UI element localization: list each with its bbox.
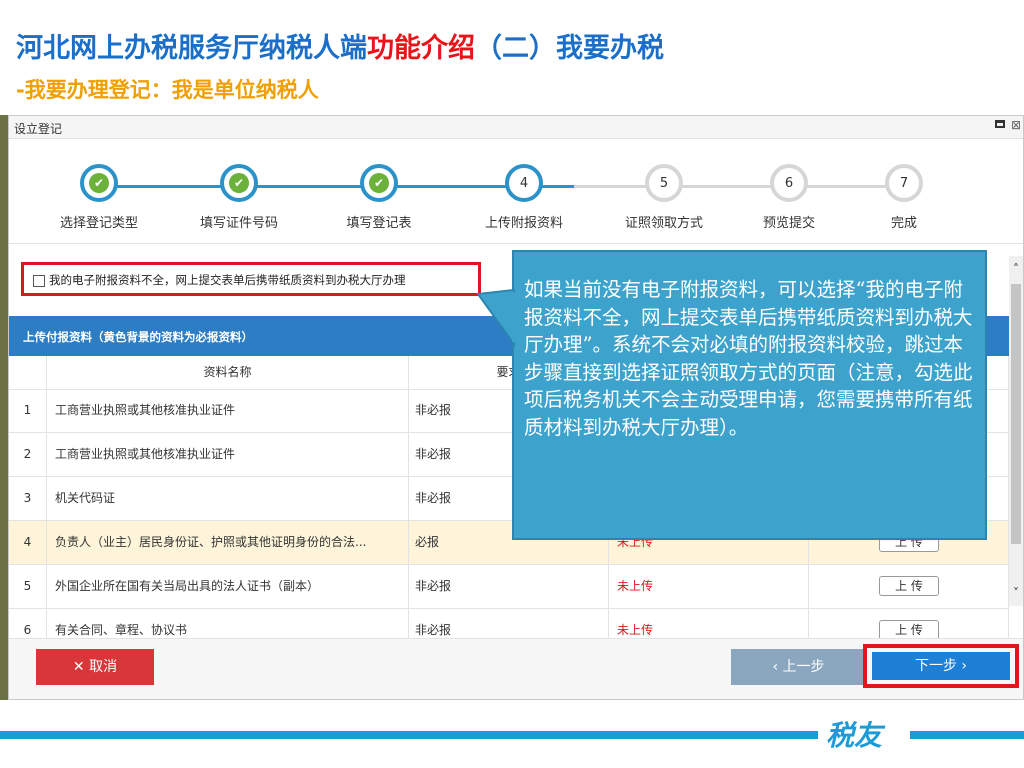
material-name: 外国企业所在国有关当局出具的法人证书（副本） — [47, 565, 409, 608]
step-label: 证照领取方式 — [624, 216, 703, 231]
slide-title-part2: 功能介绍 — [367, 33, 475, 64]
callout-pointer — [476, 288, 516, 348]
step-number-circle: 5 — [645, 164, 683, 202]
table-header-cell: 资料名称 — [47, 356, 409, 389]
row-number: 2 — [9, 433, 47, 476]
step-done-circle: ✔ — [80, 164, 118, 202]
footer-divider-right — [910, 731, 1024, 739]
step-label: 填写证件号码 — [199, 216, 278, 231]
step-4: 4 上传附报资料 — [454, 164, 594, 231]
materials-section-title: 上传付报资料（黄色背景的资料为必报资料） — [23, 330, 253, 344]
upload-status: 未上传 — [609, 565, 809, 608]
background-strip — [0, 115, 8, 700]
step-label: 完成 — [890, 216, 917, 231]
step-number-circle: 7 — [885, 164, 923, 202]
upload-action-cell: 上 传 — [809, 565, 1009, 608]
step-1: ✔ 选择登记类型 — [29, 164, 169, 231]
scroll-up-icon[interactable]: ˄ — [1009, 262, 1023, 276]
explanation-callout: 如果当前没有电子附报资料，可以选择“我的电子附报资料不全，网上提交表单后携带纸质… — [512, 250, 987, 540]
material-name: 机关代码证 — [47, 477, 409, 520]
step-2: ✔ 填写证件号码 — [169, 164, 309, 231]
material-requirement: 非必报 — [409, 565, 609, 608]
upload-button[interactable]: 上 传 — [879, 576, 939, 596]
step-7: 7 完成 — [834, 164, 974, 231]
window-titlebar: 设立登记 ⊠ — [9, 116, 1023, 139]
table-scrollbar[interactable]: ˄ ˅ — [1009, 256, 1023, 606]
incomplete-materials-highlight: 我的电子附报资料不全，网上提交表单后携带纸质资料到办税大厅办理 — [21, 262, 481, 296]
slide-title-part1: 河北网上办税服务厅纳税人端 — [16, 33, 367, 64]
footer-divider-left — [0, 731, 818, 739]
callout-text: 如果当前没有电子附报资料，可以选择“我的电子附报资料不全，网上提交表单后携带纸质… — [524, 278, 973, 439]
slide-subtitle: -我要办理登记：我是单位纳税人 — [16, 78, 319, 102]
incomplete-materials-checkbox[interactable] — [33, 275, 45, 287]
slide-title-part3: （二）我要办税 — [475, 33, 664, 64]
table-row: 5 外国企业所在国有关当局出具的法人证书（副本） 非必报 未上传 上 传 — [9, 565, 1009, 609]
row-number: 4 — [9, 521, 47, 564]
material-name: 工商营业执照或其他核准执业证件 — [47, 433, 409, 476]
row-number: 5 — [9, 565, 47, 608]
progress-steps: ✔ 选择登记类型 ✔ 填写证件号码 ✔ 填写登记表 4 上传附报资料 5 证照领… — [9, 138, 1023, 244]
checkmark-icon: ✔ — [369, 173, 389, 193]
incomplete-materials-label[interactable]: 我的电子附报资料不全，网上提交表单后携带纸质资料到办税大厅办理 — [49, 272, 406, 288]
next-step-highlight: 下一步 › — [863, 644, 1019, 688]
step-label: 上传附报资料 — [484, 216, 563, 231]
table-header-cell — [9, 356, 47, 389]
step-number-circle: 4 — [505, 164, 543, 202]
row-number: 3 — [9, 477, 47, 520]
step-done-circle: ✔ — [360, 164, 398, 202]
upload-button[interactable]: 上 传 — [879, 620, 939, 640]
checkmark-icon: ✔ — [229, 173, 249, 193]
slide-title: 河北网上办税服务厅纳税人端功能介绍（二）我要办税 — [16, 26, 664, 65]
scroll-down-icon[interactable]: ˅ — [1009, 586, 1023, 600]
material-name: 工商营业执照或其他核准执业证件 — [47, 389, 409, 432]
step-label: 填写登记表 — [346, 216, 412, 231]
checkmark-icon: ✔ — [89, 173, 109, 193]
step-done-circle: ✔ — [220, 164, 258, 202]
window-title: 设立登记 — [14, 122, 63, 136]
step-5: 5 证照领取方式 — [594, 164, 734, 231]
next-step-button[interactable]: 下一步 › — [872, 652, 1010, 680]
previous-step-button[interactable]: ‹ 上一步 — [731, 649, 866, 685]
scrollbar-thumb[interactable] — [1011, 284, 1021, 544]
step-number-circle: 6 — [770, 164, 808, 202]
window-close-icon[interactable]: ⊠ — [1011, 118, 1021, 132]
row-number: 1 — [9, 389, 47, 432]
step-label: 选择登记类型 — [59, 216, 138, 231]
window-maximize-icon[interactable] — [995, 120, 1005, 128]
step-3: ✔ 填写登记表 — [309, 164, 449, 231]
material-name: 负责人（业主）居民身份证、护照或其他证明身份的合法... — [47, 521, 409, 564]
brand-logo: 税友 — [826, 719, 883, 752]
cancel-button[interactable]: ✕ 取消 — [36, 649, 154, 685]
